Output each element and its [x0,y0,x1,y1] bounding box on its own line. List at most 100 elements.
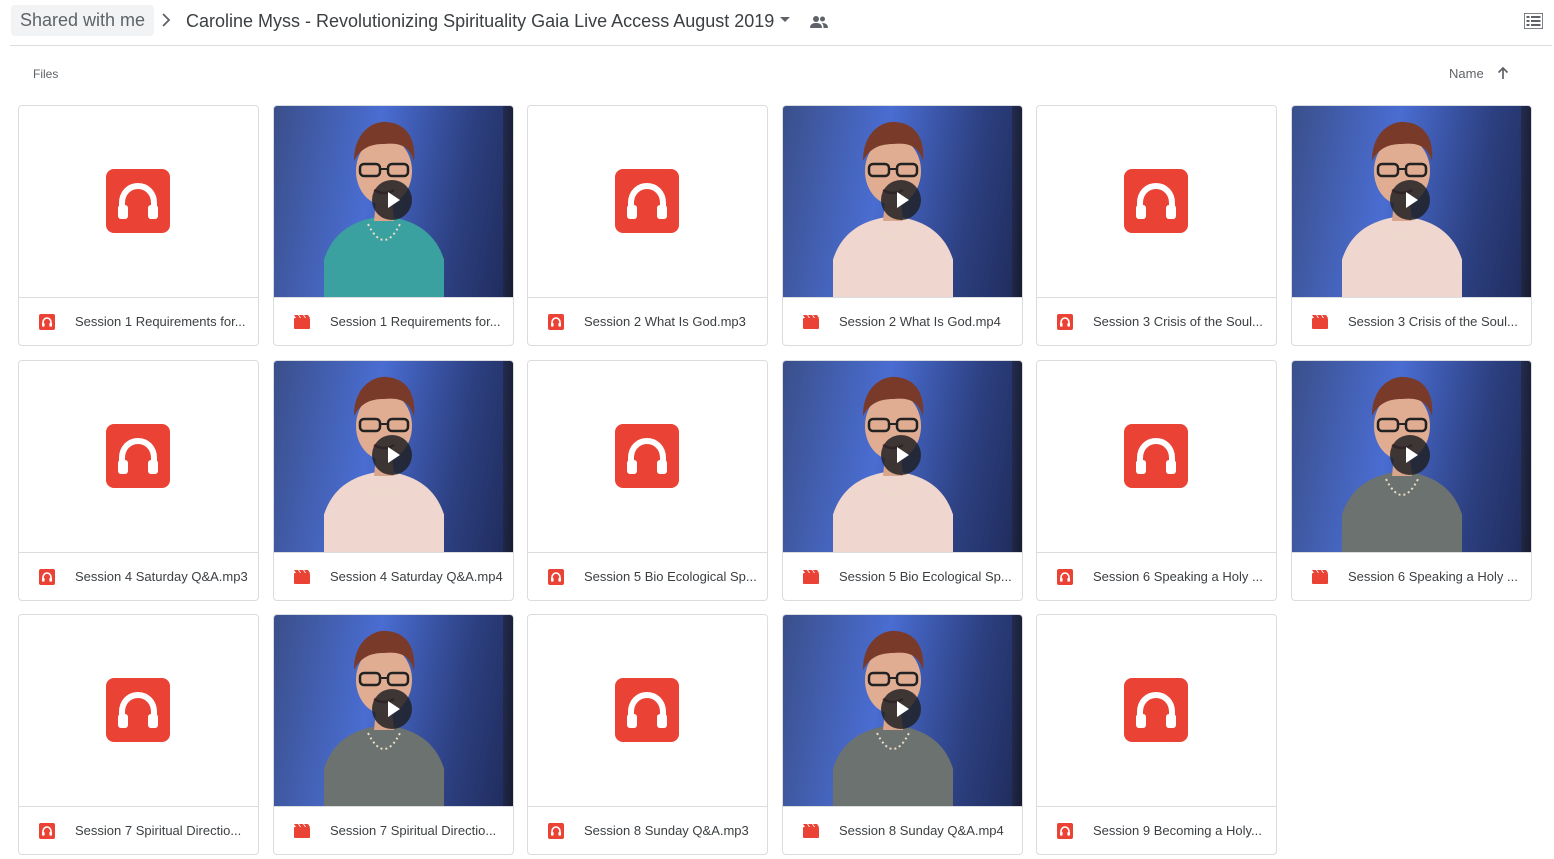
video-file-icon [803,315,819,329]
headphones-icon [615,424,679,488]
file-grid: Session 1 Requirements for... Session 1 … [18,105,1532,859]
file-name: Session 2 What Is God.mp4 [839,314,1001,329]
header: Shared with me Caroline Myss - Revolutio… [0,0,1554,45]
video-file-card[interactable]: Session 6 Speaking a Holy ... [1291,360,1532,601]
video-thumbnail [783,106,1022,297]
video-file-card[interactable]: Session 5 Bio Ecological Sp... [782,360,1023,601]
video-thumbnail [274,361,513,552]
headphones-icon [1124,169,1188,233]
video-file-icon [1312,570,1328,584]
video-file-card[interactable]: Session 4 Saturday Q&A.mp4 [273,360,514,601]
file-caption: Session 6 Speaking a Holy ... [1292,552,1531,600]
audio-file-card[interactable]: Session 3 Crisis of the Soul... [1036,105,1277,346]
audio-file-card[interactable]: Session 9 Becoming a Holy... [1036,614,1277,855]
audio-file-icon [548,569,564,585]
section-label-files: Files [33,67,59,81]
file-caption: Session 6 Speaking a Holy ... [1037,552,1276,600]
file-thumbnail [1037,106,1276,297]
file-name: Session 8 Sunday Q&A.mp3 [584,823,749,838]
caret-down-icon[interactable] [780,17,790,22]
headphones-icon [106,424,170,488]
shared-people-icon [810,16,828,28]
video-file-icon [294,824,310,838]
file-thumbnail [528,615,767,806]
file-name: Session 6 Speaking a Holy ... [1348,569,1518,584]
file-caption: Session 5 Bio Ecological Sp... [528,552,767,600]
video-file-icon [803,824,819,838]
video-thumbnail [783,615,1022,806]
file-thumbnail [1037,361,1276,552]
chevron-right-icon [162,13,171,27]
file-caption: Session 7 Spiritual Directio... [19,806,258,854]
audio-file-card[interactable]: Session 1 Requirements for... [18,105,259,346]
file-thumbnail [528,106,767,297]
file-thumbnail [528,361,767,552]
play-icon [372,180,412,220]
audio-file-icon [39,569,55,585]
file-name: Session 3 Crisis of the Soul... [1093,314,1263,329]
file-thumbnail [1037,615,1276,806]
play-icon [372,689,412,729]
file-name: Session 3 Crisis of the Soul... [1348,314,1518,329]
video-file-icon [803,570,819,584]
file-caption: Session 5 Bio Ecological Sp... [783,552,1022,600]
sort-arrow-up-icon[interactable] [1496,65,1510,81]
file-name: Session 4 Saturday Q&A.mp3 [75,569,248,584]
headphones-icon [615,169,679,233]
file-caption: Session 1 Requirements for... [19,297,258,345]
audio-file-card[interactable]: Session 2 What Is God.mp3 [527,105,768,346]
video-file-card[interactable]: Session 3 Crisis of the Soul... [1291,105,1532,346]
play-icon [881,180,921,220]
file-caption: Session 4 Saturday Q&A.mp3 [19,552,258,600]
file-thumbnail [19,615,258,806]
video-file-card[interactable]: Session 2 What Is God.mp4 [782,105,1023,346]
list-view-icon[interactable] [1524,13,1543,29]
audio-file-icon [1057,823,1073,839]
audio-file-card[interactable]: Session 4 Saturday Q&A.mp3 [18,360,259,601]
header-divider [10,45,1552,46]
file-caption: Session 3 Crisis of the Soul... [1292,297,1531,345]
file-caption: Session 2 What Is God.mp3 [528,297,767,345]
file-name: Session 8 Sunday Q&A.mp4 [839,823,1004,838]
video-thumbnail [783,361,1022,552]
headphones-icon [615,678,679,742]
video-file-icon [294,570,310,584]
play-icon [881,435,921,475]
file-name: Session 1 Requirements for... [330,314,501,329]
video-file-card[interactable]: Session 8 Sunday Q&A.mp4 [782,614,1023,855]
file-caption: Session 4 Saturday Q&A.mp4 [274,552,513,600]
audio-file-card[interactable]: Session 7 Spiritual Directio... [18,614,259,855]
video-file-card[interactable]: Session 1 Requirements for... [273,105,514,346]
file-name: Session 2 What Is God.mp3 [584,314,746,329]
audio-file-card[interactable]: Session 5 Bio Ecological Sp... [527,360,768,601]
file-name: Session 7 Spiritual Directio... [75,823,242,838]
headphones-icon [106,678,170,742]
breadcrumb-current-folder[interactable]: Caroline Myss - Revolutionizing Spiritua… [186,9,774,33]
video-file-icon [1312,315,1328,329]
play-icon [1390,435,1430,475]
sort-by-name-button[interactable]: Name [1449,66,1484,81]
file-name: Session 1 Requirements for... [75,314,246,329]
play-icon [881,689,921,729]
audio-file-icon [39,823,55,839]
file-caption: Session 7 Spiritual Directio... [274,806,513,854]
video-thumbnail [1292,106,1531,297]
headphones-icon [1124,678,1188,742]
breadcrumb-shared-with-me[interactable]: Shared with me [11,5,155,36]
audio-file-icon [548,823,564,839]
file-name: Session 7 Spiritual Directio... [330,823,497,838]
headphones-icon [106,169,170,233]
video-thumbnail [1292,361,1531,552]
file-caption: Session 2 What Is God.mp4 [783,297,1022,345]
audio-file-card[interactable]: Session 8 Sunday Q&A.mp3 [527,614,768,855]
play-icon [372,435,412,475]
file-name: Session 9 Becoming a Holy... [1093,823,1262,838]
file-thumbnail [19,361,258,552]
file-caption: Session 9 Becoming a Holy... [1037,806,1276,854]
video-file-card[interactable]: Session 7 Spiritual Directio... [273,614,514,855]
file-caption: Session 1 Requirements for... [274,297,513,345]
audio-file-icon [1057,314,1073,330]
video-file-icon [294,315,310,329]
audio-file-card[interactable]: Session 6 Speaking a Holy ... [1036,360,1277,601]
file-name: Session 5 Bio Ecological Sp... [839,569,1012,584]
